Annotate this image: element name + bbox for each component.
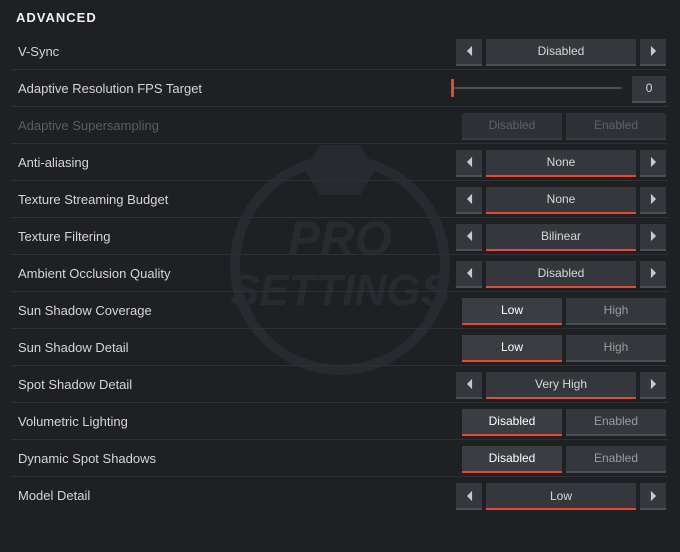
aa-prev-button[interactable] <box>456 150 482 175</box>
aa-value-text: None <box>547 155 576 169</box>
row-vol-light: Volumetric Lighting Disabled Enabled <box>12 403 668 440</box>
dyn-spot-enabled-button[interactable]: Enabled <box>566 446 666 471</box>
label-adaptive-ss: Adaptive Supersampling <box>14 107 451 143</box>
row-texture-stream: Texture Streaming Budget None <box>12 181 668 218</box>
adaptive-ss-disabled-button: Disabled <box>462 113 562 138</box>
adaptive-fps-slider[interactable] <box>451 76 622 101</box>
texture-stream-value-text: None <box>547 192 576 206</box>
sun-cov-high-button[interactable]: High <box>566 298 666 323</box>
texture-filter-prev-button[interactable] <box>456 224 482 249</box>
aa-value[interactable]: None <box>486 150 636 175</box>
label-sun-cov: Sun Shadow Coverage <box>14 292 451 328</box>
row-aa: Anti-aliasing None <box>12 144 668 181</box>
row-dyn-spot: Dynamic Spot Shadows Disabled Enabled <box>12 440 668 477</box>
label-vsync: V-Sync <box>14 33 451 69</box>
model-value-text: Low <box>550 489 572 503</box>
sun-detail-high-button[interactable]: High <box>566 335 666 360</box>
aa-next-button[interactable] <box>640 150 666 175</box>
texture-filter-next-button[interactable] <box>640 224 666 249</box>
spot-detail-value-text: Very High <box>535 377 587 391</box>
section-title: ADVANCED <box>12 8 668 33</box>
texture-stream-value[interactable]: None <box>486 187 636 212</box>
texture-stream-next-button[interactable] <box>640 187 666 212</box>
texture-filter-value-text: Bilinear <box>541 229 581 243</box>
vol-light-disabled-button[interactable]: Disabled <box>462 409 562 434</box>
texture-stream-prev-button[interactable] <box>456 187 482 212</box>
spot-detail-value[interactable]: Very High <box>486 372 636 397</box>
sun-cov-low-button[interactable]: Low <box>462 298 562 323</box>
label-ao: Ambient Occlusion Quality <box>14 255 451 291</box>
slider-handle-icon[interactable] <box>451 79 454 97</box>
sun-detail-low-button[interactable]: Low <box>462 335 562 360</box>
vsync-next-button[interactable] <box>640 39 666 64</box>
ao-value-text: Disabled <box>538 266 585 280</box>
row-vsync: V-Sync Disabled <box>12 33 668 70</box>
row-sun-detail: Sun Shadow Detail Low High <box>12 329 668 366</box>
model-value[interactable]: Low <box>486 483 636 508</box>
model-prev-button[interactable] <box>456 483 482 508</box>
adaptive-fps-value[interactable]: 0 <box>632 76 666 101</box>
row-texture-filter: Texture Filtering Bilinear <box>12 218 668 255</box>
ao-next-button[interactable] <box>640 261 666 286</box>
label-texture-filter: Texture Filtering <box>14 218 451 254</box>
label-model: Model Detail <box>14 477 451 514</box>
spot-detail-prev-button[interactable] <box>456 372 482 397</box>
row-adaptive-fps: Adaptive Resolution FPS Target 0 <box>12 70 668 107</box>
label-sun-detail: Sun Shadow Detail <box>14 329 451 365</box>
row-adaptive-ss: Adaptive Supersampling Disabled Enabled <box>12 107 668 144</box>
label-vol-light: Volumetric Lighting <box>14 403 451 439</box>
vol-light-enabled-button[interactable]: Enabled <box>566 409 666 434</box>
vsync-value[interactable]: Disabled <box>486 39 636 64</box>
row-sun-cov: Sun Shadow Coverage Low High <box>12 292 668 329</box>
vsync-value-text: Disabled <box>538 44 585 58</box>
dyn-spot-disabled-button[interactable]: Disabled <box>462 446 562 471</box>
row-model: Model Detail Low <box>12 477 668 514</box>
texture-filter-value[interactable]: Bilinear <box>486 224 636 249</box>
ao-value[interactable]: Disabled <box>486 261 636 286</box>
label-dyn-spot: Dynamic Spot Shadows <box>14 440 451 476</box>
ao-prev-button[interactable] <box>456 261 482 286</box>
spot-detail-next-button[interactable] <box>640 372 666 397</box>
row-ao: Ambient Occlusion Quality Disabled <box>12 255 668 292</box>
adaptive-ss-enabled-button: Enabled <box>566 113 666 138</box>
label-aa: Anti-aliasing <box>14 144 451 180</box>
model-next-button[interactable] <box>640 483 666 508</box>
label-spot-detail: Spot Shadow Detail <box>14 366 451 402</box>
row-spot-detail: Spot Shadow Detail Very High <box>12 366 668 403</box>
vsync-prev-button[interactable] <box>456 39 482 64</box>
label-adaptive-fps: Adaptive Resolution FPS Target <box>14 70 451 106</box>
label-texture-stream: Texture Streaming Budget <box>14 181 451 217</box>
